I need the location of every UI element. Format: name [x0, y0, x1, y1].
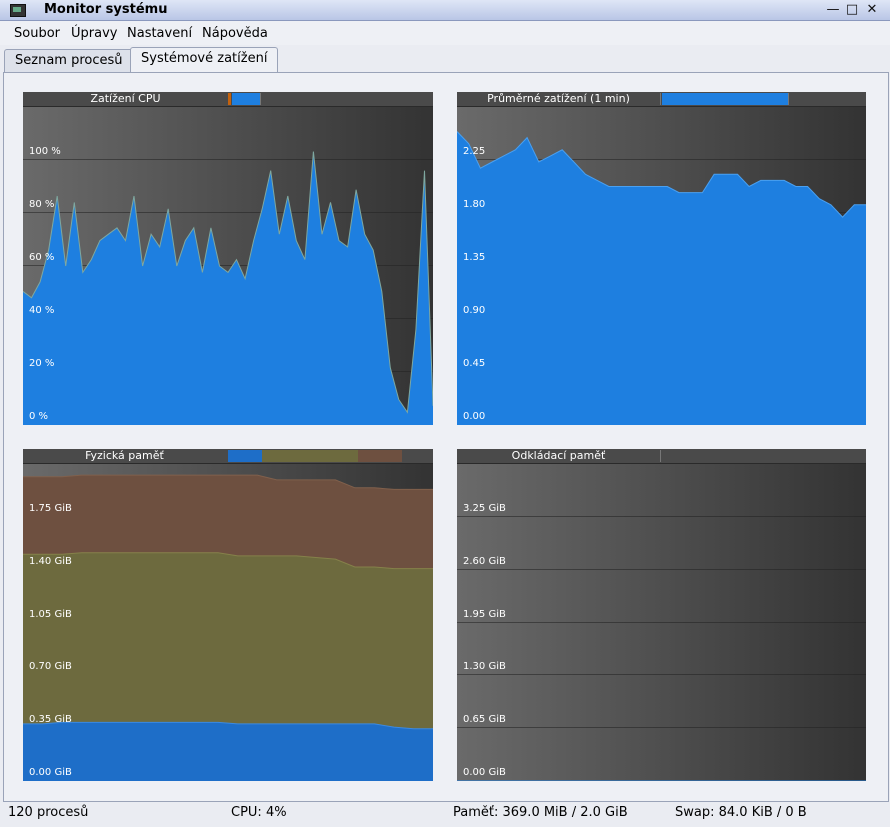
swap-legend-divider	[660, 450, 661, 462]
swap-y-tick: 1.95 GiB	[463, 609, 506, 620]
status-swap: Swap: 84.0 KiB / 0 B	[675, 805, 807, 820]
status-process-count: 120 procesů	[8, 805, 89, 820]
status-cpu: CPU: 4%	[231, 805, 287, 820]
swap-chart: Odkládací paměť 3.25 GiB 2.60 GiB 1.95 G…	[457, 449, 866, 781]
menu-nastaveni[interactable]: Nastavení	[127, 26, 192, 41]
mem-cache-legend-swatch	[358, 450, 402, 462]
load-y-tick: 0.90	[463, 305, 486, 316]
load-y-tick: 1.80	[463, 199, 486, 210]
close-icon[interactable]: ✕	[865, 3, 879, 17]
load-legend-swatch	[662, 93, 788, 105]
cpu-y-tick: 80 %	[29, 199, 55, 210]
maximize-icon[interactable]: □	[845, 3, 859, 17]
mem-y-tick: 0.00 GiB	[29, 767, 72, 778]
load-y-tick: 2.25	[463, 146, 486, 157]
app-icon	[10, 4, 26, 17]
mem-chart-title: Fyzická paměť	[85, 449, 164, 462]
swap-chart-title: Odkládací paměť	[511, 449, 606, 462]
window-title: Monitor systému	[44, 2, 168, 17]
cpu-user-legend-swatch	[232, 93, 260, 105]
swap-chart-header: Odkládací paměť	[457, 449, 866, 464]
swap-y-tick: 0.65 GiB	[463, 714, 506, 725]
mem-y-tick: 1.75 GiB	[29, 503, 72, 514]
cpu-system-legend-swatch	[228, 93, 231, 105]
cpu-chart: Zatížení CPU 100 % 80 % 60 % 40 % 20 % 0…	[23, 92, 433, 425]
memory-plot	[23, 474, 433, 781]
cpu-chart-header: Zatížení CPU	[23, 92, 433, 107]
cpu-chart-title: Zatížení CPU	[90, 92, 161, 105]
swap-plot	[457, 780, 866, 781]
load-panel: Zatížení CPU 100 % 80 % 60 % 40 % 20 % 0…	[3, 72, 889, 802]
status-memory: Paměť: 369.0 MiB / 2.0 GiB	[453, 805, 628, 820]
mem-y-tick: 0.35 GiB	[29, 714, 72, 725]
cpu-y-tick: 0 %	[29, 411, 49, 422]
mem-y-tick: 1.40 GiB	[29, 556, 72, 567]
load-y-tick: 0.00	[463, 411, 486, 422]
series-area-0	[457, 131, 866, 425]
status-bar: 120 procesů CPU: 4% Paměť: 369.0 MiB / 2…	[0, 802, 890, 826]
load-y-tick: 0.45	[463, 358, 486, 369]
series-area-0	[23, 722, 433, 781]
menu-bar: Soubor Úpravy Nastavení Nápověda	[0, 21, 890, 45]
tab-system-load[interactable]: Systémové zatížení	[130, 47, 279, 73]
memory-chart: Fyzická paměť 1.75 GiB 1.40 GiB 1.05 GiB…	[23, 449, 433, 781]
load-chart-title: Průměrné zatížení (1 min)	[487, 92, 630, 105]
cpu-y-tick: 100 %	[29, 146, 61, 157]
cpu-y-tick: 60 %	[29, 252, 55, 263]
mem-y-tick: 0.70 GiB	[29, 661, 72, 672]
menu-napoveda[interactable]: Nápověda	[202, 26, 268, 41]
swap-y-tick: 2.60 GiB	[463, 556, 506, 567]
mem-y-tick: 1.05 GiB	[29, 609, 72, 620]
load-average-chart: Průměrné zatížení (1 min) 2.25 1.80 1.35…	[457, 92, 866, 425]
title-bar: Monitor systému — □ ✕	[0, 0, 890, 21]
cpu-y-tick: 40 %	[29, 305, 55, 316]
mem-buffers-legend-swatch	[262, 450, 358, 462]
load-legend-divider	[660, 93, 661, 105]
swap-y-tick: 3.25 GiB	[463, 503, 506, 514]
mem-chart-header: Fyzická paměť	[23, 449, 433, 464]
swap-y-tick: 1.30 GiB	[463, 661, 506, 672]
mem-used-legend-swatch	[228, 450, 262, 462]
minimize-icon[interactable]: —	[826, 3, 840, 17]
cpu-plot	[23, 151, 433, 425]
load-chart-header: Průměrné zatížení (1 min)	[457, 92, 866, 107]
load-plot	[457, 131, 866, 425]
menu-upravy[interactable]: Úpravy	[71, 26, 117, 41]
cpu-y-tick: 20 %	[29, 358, 55, 369]
menu-soubor[interactable]: Soubor	[14, 26, 60, 41]
load-y-tick: 1.35	[463, 252, 486, 263]
tab-bar: Seznam procesů Systémové zatížení	[0, 47, 890, 73]
tab-process-list[interactable]: Seznam procesů	[4, 49, 134, 72]
series-area-0	[23, 151, 433, 425]
cpu-legend-divider	[260, 93, 261, 105]
swap-y-tick: 0.00 GiB	[463, 767, 506, 778]
load-legend-divider	[788, 93, 789, 105]
